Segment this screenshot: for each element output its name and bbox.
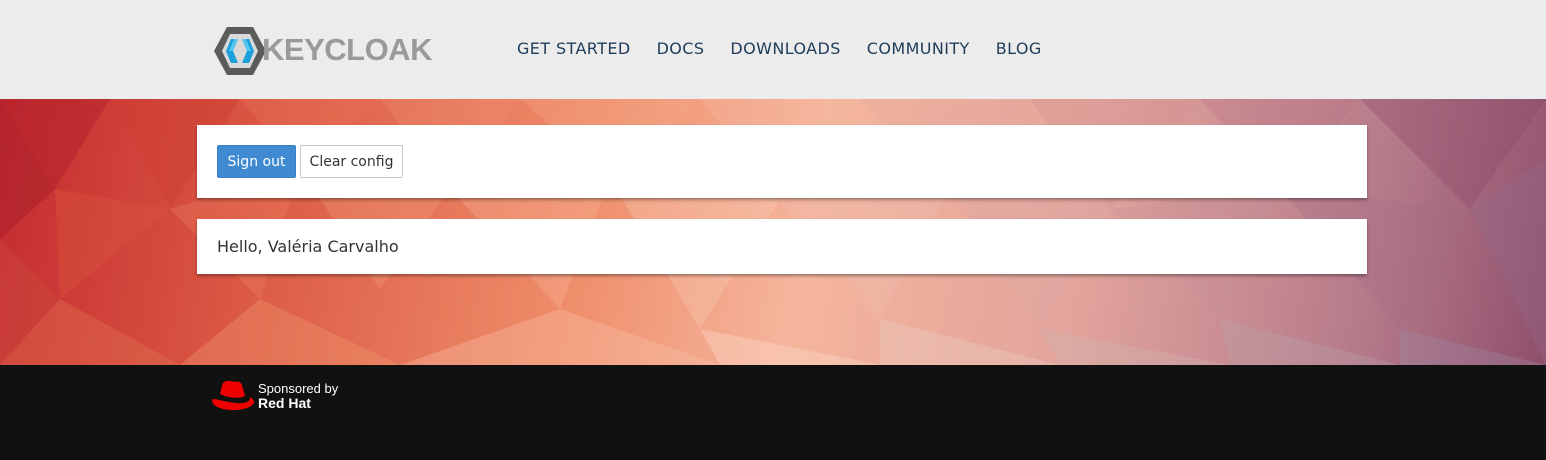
nav-downloads[interactable]: DOWNLOADS (730, 39, 840, 58)
clear-config-button[interactable]: Clear config (300, 145, 403, 178)
actions-card: Sign out Clear config (197, 125, 1367, 198)
main-nav: GET STARTED DOCS DOWNLOADS COMMUNITY BLO… (517, 39, 1042, 58)
sign-out-button[interactable]: Sign out (217, 145, 296, 178)
greeting-text: Hello, Valéria Carvalho (217, 237, 399, 256)
site-header: KEYCLOAK GET STARTED DOCS DOWNLOADS COMM… (0, 0, 1546, 99)
logo-wordmark: KEYCLOAK (262, 32, 432, 67)
sponsored-by-label: Sponsored by (258, 381, 339, 396)
nav-blog[interactable]: BLOG (996, 39, 1042, 58)
keycloak-logo-icon (214, 27, 266, 75)
greeting-card: Hello, Valéria Carvalho (197, 219, 1367, 274)
sponsor-text: Sponsored by Red Hat (258, 381, 338, 411)
sponsor-name: Red Hat (258, 395, 311, 411)
site-footer: Sponsored by Red Hat (0, 365, 1546, 460)
nav-get-started[interactable]: GET STARTED (517, 39, 631, 58)
redhat-hat-icon[interactable] (210, 379, 260, 415)
nav-community[interactable]: COMMUNITY (867, 39, 970, 58)
nav-docs[interactable]: DOCS (657, 39, 705, 58)
keycloak-logo[interactable]: KEYCLOAK (214, 25, 454, 77)
